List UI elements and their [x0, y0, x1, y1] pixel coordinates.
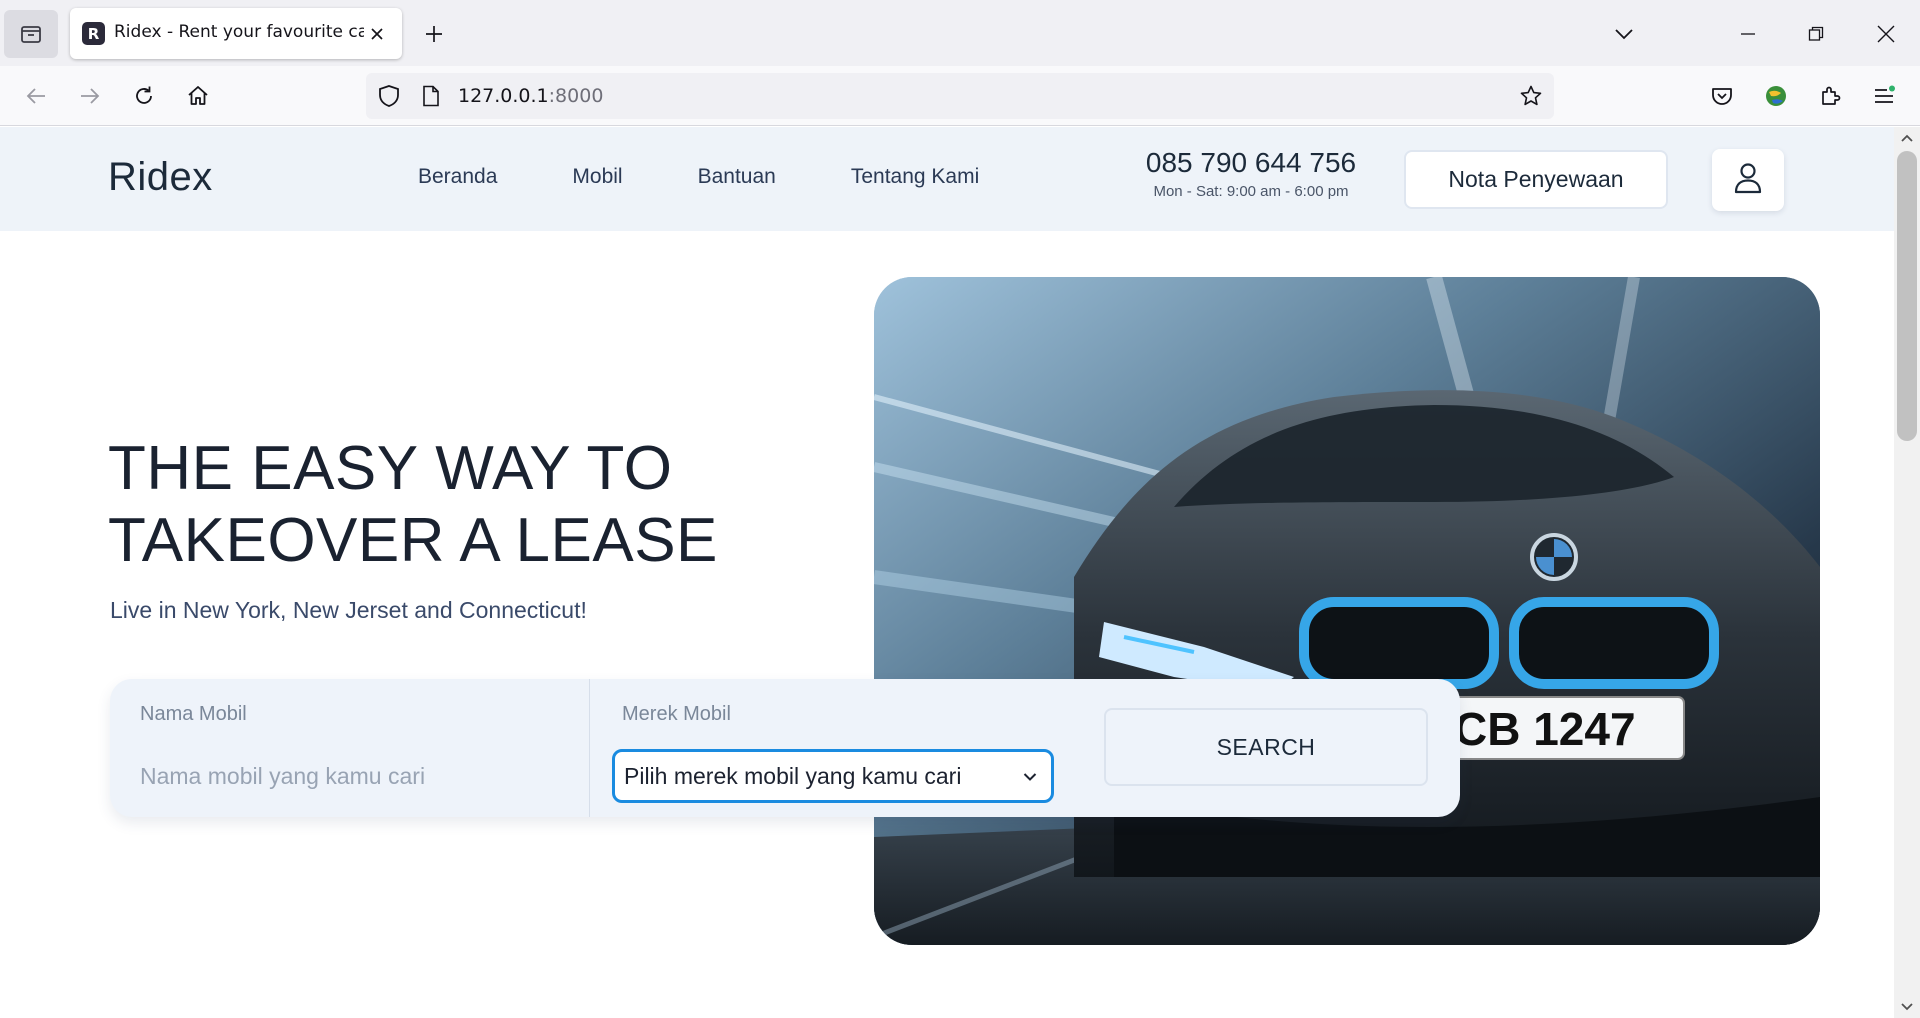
close-icon[interactable]	[364, 21, 390, 47]
restore-icon[interactable]	[1794, 14, 1838, 54]
chevron-down-icon[interactable]	[1610, 20, 1638, 48]
reload-icon[interactable]	[128, 80, 160, 112]
browser-tab[interactable]: R Ridex - Rent your favourite car	[70, 8, 402, 59]
forward-icon[interactable]	[74, 80, 106, 112]
scrollbar-thumb[interactable]	[1897, 151, 1917, 441]
car-name-field-group: Nama Mobil	[110, 679, 590, 817]
search-form: Nama Mobil Merek Mobil Pilih merek mobil…	[110, 679, 1460, 817]
extensions-puzzle-icon[interactable]	[1814, 80, 1846, 112]
car-brand-label: Merek Mobil	[622, 703, 731, 725]
chevron-down-icon	[1021, 768, 1039, 786]
nav-link-bantuan[interactable]: Bantuan	[698, 165, 776, 189]
nav-link-mobil[interactable]: Mobil	[572, 165, 622, 189]
svg-text:CB 1247: CB 1247	[1454, 703, 1636, 755]
tab-favicon: R	[82, 22, 105, 45]
scroll-up-icon[interactable]	[1900, 131, 1914, 145]
plus-icon[interactable]	[420, 20, 448, 48]
pocket-icon[interactable]	[1706, 80, 1738, 112]
page-icon[interactable]	[418, 83, 444, 109]
contact-phone[interactable]: 085 790 644 756	[1136, 147, 1366, 179]
star-icon[interactable]	[1518, 83, 1544, 109]
minimize-icon[interactable]	[1726, 14, 1770, 54]
hero-title-line-2: TAKEOVER A LEASE	[108, 506, 718, 575]
user-account-button[interactable]	[1712, 149, 1784, 211]
nav-link-beranda[interactable]: Beranda	[418, 165, 497, 189]
scroll-down-icon[interactable]	[1900, 1000, 1914, 1014]
page-scrollbar[interactable]	[1894, 127, 1920, 1018]
tab-overview-icon[interactable]	[4, 10, 58, 58]
hero-car-image: CB 1247	[874, 277, 1820, 945]
main-nav: Beranda Mobil Bantuan Tentang Kami	[418, 165, 1054, 189]
hero-title: THE EASY WAY TO TAKEOVER A LEASE	[108, 433, 748, 577]
car-brand-select[interactable]: Pilih merek mobil yang kamu cari	[612, 749, 1054, 803]
hero-title-line-1: THE EASY WAY TO	[108, 434, 673, 503]
search-button[interactable]: SEARCH	[1104, 708, 1428, 786]
url-host: 127.0.0.1	[458, 85, 549, 107]
browser-tab-strip: R Ridex - Rent your favourite car	[0, 0, 1920, 66]
tab-title: Ridex - Rent your favourite car	[114, 22, 364, 42]
page-viewport: Ridex Beranda Mobil Bantuan Tentang Kami…	[0, 127, 1894, 1018]
contact-hours: Mon - Sat: 9:00 am - 6:00 pm	[1153, 183, 1349, 200]
url-text[interactable]: 127.0.0.1:8000	[458, 85, 603, 107]
nota-penyewaan-button[interactable]: Nota Penyewaan	[1404, 150, 1668, 209]
user-icon	[1733, 162, 1763, 198]
shield-icon[interactable]	[376, 83, 402, 109]
extension-globe-icon[interactable]	[1760, 80, 1792, 112]
contact-info: 085 790 644 756 Mon - Sat: 9:00 am - 6:0…	[1136, 147, 1366, 200]
url-port: :8000	[548, 85, 604, 107]
site-header: Ridex Beranda Mobil Bantuan Tentang Kami…	[0, 127, 1894, 231]
car-name-input[interactable]	[140, 759, 560, 793]
home-icon[interactable]	[182, 80, 214, 112]
window-close-icon[interactable]	[1864, 14, 1908, 54]
browser-nav-bar: 127.0.0.1:8000	[0, 66, 1920, 126]
nav-link-tentang-kami[interactable]: Tentang Kami	[851, 165, 979, 189]
back-icon[interactable]	[20, 80, 52, 112]
car-name-label: Nama Mobil	[140, 703, 247, 725]
menu-icon[interactable]	[1868, 80, 1900, 112]
url-bar[interactable]: 127.0.0.1:8000	[366, 73, 1554, 119]
site-logo[interactable]: Ridex	[108, 155, 213, 200]
hero-subtitle: Live in New York, New Jerset and Connect…	[110, 597, 587, 623]
car-brand-selected: Pilih merek mobil yang kamu cari	[624, 762, 962, 789]
